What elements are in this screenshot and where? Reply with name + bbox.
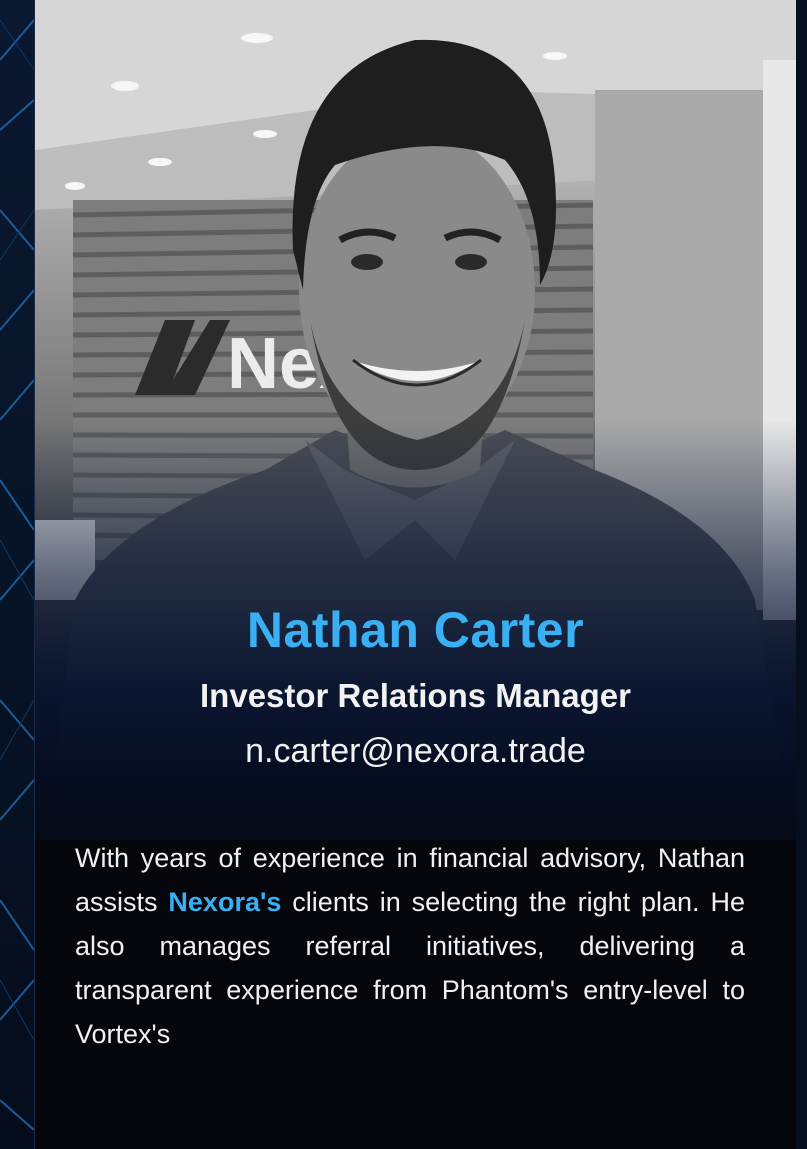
profile-info: Nathan Carter Investor Relations Manager… <box>35 600 796 772</box>
network-lines-decoration <box>0 19 34 1131</box>
team-member-card: Nex Nathan Carter Investor Relations Man… <box>34 0 796 1149</box>
profile-name: Nathan Carter <box>246 602 585 658</box>
right-border-strip <box>795 0 807 1149</box>
left-decorative-strip <box>0 0 34 1149</box>
profile-role: Investor Relations Manager <box>200 677 631 714</box>
profile-bio: With years of experience in financial ad… <box>75 836 745 1056</box>
profile-email[interactable]: n.carter@nexora.trade <box>35 730 796 772</box>
bio-brand-highlight: Nexora's <box>168 887 282 917</box>
